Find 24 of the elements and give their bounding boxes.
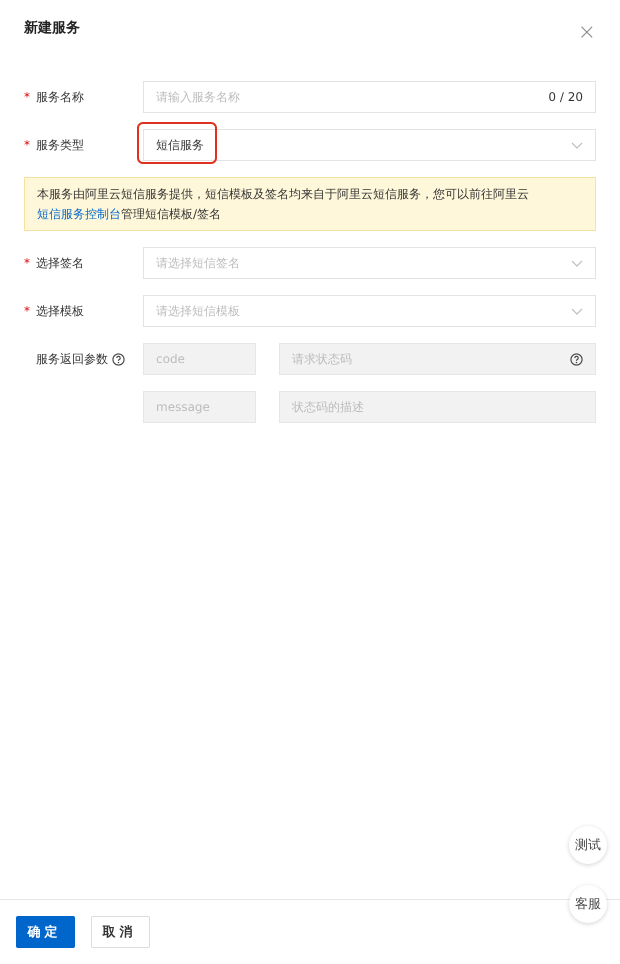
cancel-button[interactable]: 取消 [91,916,150,948]
console-link[interactable]: 短信服务控制台 [37,207,121,221]
floating-button[interactable]: 客服 [569,885,607,923]
chevron-down-icon [571,142,583,148]
info-notice: 本服务由阿里云短信服务提供，短信模板及签名均来自于阿里云短信服务，您可以前往阿里云 短信服务控制台管理短信模板/签名 [24,177,596,231]
required-asterisk: * [24,90,31,104]
required-asterisk: * [24,304,31,318]
field-label: 服务类型 [36,136,84,154]
text-input[interactable]: 请输入服务名称 0 / 20 [143,81,596,113]
close-button[interactable]: × [578,22,596,44]
field-label: 选择签名 [36,254,84,272]
confirm-button[interactable]: 确定 [16,916,75,948]
field-label: 服务名称 [36,88,84,106]
help-icon[interactable] [112,352,125,366]
help-icon[interactable] [570,352,583,366]
select-field[interactable]: 短信服务 [143,129,596,161]
floating-button[interactable]: 测试 [569,826,607,864]
field-label: 服务返回参数 [36,350,108,368]
field-label: 选择模板 [36,302,84,320]
required-asterisk: * [24,138,31,152]
dialog-title: 新建服务 [24,19,80,37]
required-asterisk: * [24,256,31,270]
chevron-down-icon [571,308,583,314]
chevron-down-icon [571,260,583,266]
